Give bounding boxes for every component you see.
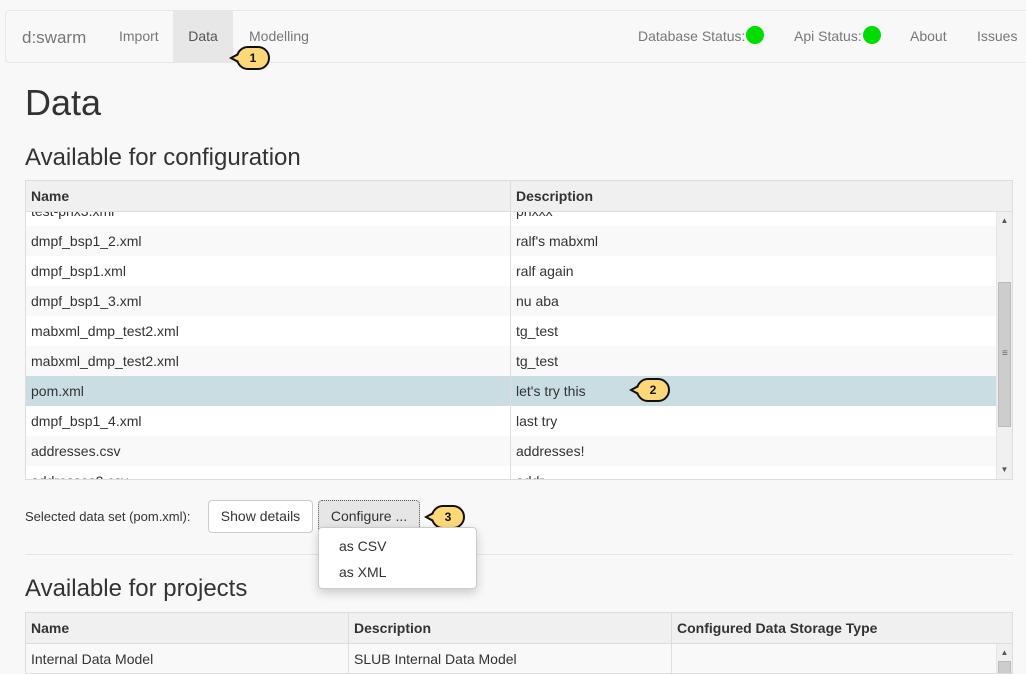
scroll-thumb[interactable] <box>998 661 1011 673</box>
column-divider <box>510 212 511 479</box>
projects-table-header: Name Description Configured Data Storage… <box>26 613 1012 644</box>
navbar: d:swarm Import Data Modelling Database S… <box>5 10 1026 63</box>
projects-table-body[interactable]: Internal Data Model SLUB Internal Data M… <box>26 644 996 673</box>
column-header-description[interactable]: Description <box>349 613 672 643</box>
column-divider <box>348 644 349 673</box>
cell-name: Internal Data Model <box>31 651 154 667</box>
config-table-body[interactable]: test-pnx3.xml pnxxx dmpf_bsp1_2.xml ralf… <box>26 212 996 479</box>
cell-name: dmpf_bsp1.xml <box>31 263 126 279</box>
configure-dropdown-menu: as CSV as XML <box>318 527 477 589</box>
cell-description: last try <box>516 413 558 429</box>
menu-item-as-csv[interactable]: as CSV <box>319 534 476 558</box>
api-status-label: Api Status: <box>794 28 862 44</box>
cell-name: dmpf_bsp1_2.xml <box>31 233 142 249</box>
brand-logo[interactable]: d:swarm <box>22 28 86 48</box>
database-status-label: Database Status: <box>638 28 746 44</box>
callout-1: 1 <box>229 46 270 70</box>
column-divider <box>671 644 672 673</box>
nav-issues[interactable]: Issues <box>963 11 1026 62</box>
cell-description: let's try this <box>516 383 586 399</box>
table-row[interactable]: dmpf_bsp1_2.xml ralf's mabxml <box>26 226 996 256</box>
selected-dataset-label: Selected data set (pom.xml): <box>25 509 191 524</box>
cell-description: pnxxx <box>511 212 996 226</box>
table-row[interactable]: mabxml_dmp_test2.xml tg_test <box>26 346 996 376</box>
callout-3: 3 <box>424 505 465 529</box>
projects-section-title: Available for projects <box>25 575 248 602</box>
nav-data[interactable]: Data <box>173 11 233 62</box>
config-table-header: Name Description <box>26 181 1012 212</box>
cell-name: mabxml_dmp_test2.xml <box>31 323 179 339</box>
page-title: Data <box>25 82 102 123</box>
table-row[interactable]: dmpf_bsp1_3.xml nu aba <box>26 286 996 316</box>
column-header-name[interactable]: Name <box>26 613 349 643</box>
cell-name: addresses.csv <box>31 443 121 459</box>
cell-storage-type <box>672 644 996 673</box>
api-status-indicator <box>862 26 881 45</box>
table-row-selected[interactable]: pom.xml let's try this <box>26 376 996 406</box>
cell-description: addr... <box>511 466 996 479</box>
cell-description: SLUB Internal Data Model <box>354 651 517 667</box>
cell-description: tg_test <box>516 353 559 369</box>
database-status-indicator <box>746 26 765 45</box>
config-table: Name Description test-pnx3.xml pnxxx dmp… <box>25 180 1013 480</box>
table-row[interactable]: dmpf_bsp1_4.xml last try <box>26 406 996 436</box>
table-row[interactable]: addresses.csv addresses! <box>26 436 996 466</box>
config-section-title: Available for configuration <box>25 144 301 171</box>
table-row[interactable]: Internal Data Model SLUB Internal Data M… <box>26 644 996 673</box>
cell-name: dmpf_bsp1_4.xml <box>31 413 142 429</box>
nav-import[interactable]: Import <box>105 11 173 62</box>
cell-description: tg_test <box>516 323 559 339</box>
cell-description: addresses! <box>516 443 585 459</box>
section-divider <box>25 554 1013 555</box>
nav-api-status[interactable]: Api Status: <box>780 11 881 62</box>
cell-name: pom.xml <box>31 383 84 399</box>
projects-table: Name Description Configured Data Storage… <box>25 612 1013 674</box>
scroll-grip-icon: ≡ <box>1002 348 1008 359</box>
scroll-up-arrow-icon[interactable]: ▲ <box>997 214 1012 228</box>
table-row[interactable]: mabxml_dmp_test2.xml tg_test <box>26 316 996 346</box>
table-row[interactable]: dmpf_bsp1.xml ralf again <box>26 256 996 286</box>
show-details-button[interactable]: Show details <box>208 500 313 533</box>
column-header-description[interactable]: Description <box>511 181 1012 211</box>
cell-name: test-pnx3.xml <box>26 212 510 226</box>
nav-database-status[interactable]: Database Status: <box>624 11 765 62</box>
cell-name: addresses2.csv <box>26 466 510 479</box>
cell-name: dmpf_bsp1_3.xml <box>31 293 142 309</box>
table-row[interactable]: test-pnx3.xml pnxxx <box>26 212 996 226</box>
column-header-name[interactable]: Name <box>26 181 511 211</box>
callout-2: 2 <box>629 378 670 402</box>
menu-item-as-xml[interactable]: as XML <box>319 560 476 584</box>
scroll-down-arrow-icon[interactable]: ▼ <box>997 463 1012 477</box>
cell-description: nu aba <box>516 293 559 309</box>
projects-table-scrollbar[interactable]: ▲ <box>996 644 1012 673</box>
nav-about[interactable]: About <box>896 11 961 62</box>
config-table-scrollbar[interactable]: ▲ ≡ ▼ <box>996 212 1012 479</box>
table-row[interactable]: addresses2.csv addr... <box>26 466 996 479</box>
cell-description: ralf again <box>516 263 574 279</box>
scroll-up-arrow-icon[interactable]: ▲ <box>997 646 1012 660</box>
cell-name: mabxml_dmp_test2.xml <box>31 353 179 369</box>
scroll-thumb[interactable]: ≡ <box>998 282 1011 427</box>
column-header-storage-type[interactable]: Configured Data Storage Type <box>672 613 1012 643</box>
cell-description: ralf's mabxml <box>516 233 599 249</box>
